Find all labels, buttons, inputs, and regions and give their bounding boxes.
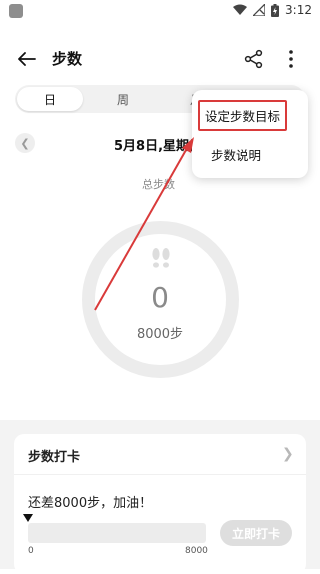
status-icons: 3:12: [233, 3, 312, 17]
current-steps: 0: [151, 281, 169, 314]
page-title: 步数: [52, 50, 83, 68]
previous-day-button[interactable]: ❮: [15, 133, 35, 153]
app-header: 步数: [0, 40, 320, 80]
progress-max-label: 8000: [185, 546, 208, 556]
menu-item-set-step-goal[interactable]: 设定步数目标: [198, 100, 288, 131]
footprints-icon: [152, 248, 170, 268]
chevron-left-icon: ❮: [20, 136, 30, 150]
divider: [14, 474, 306, 475]
status-time: 3:12: [285, 3, 312, 17]
step-goal: 8000步: [136, 327, 184, 342]
encouragement-text: 还差8000步，加油！: [28, 496, 153, 511]
progress-min-label: 0: [28, 546, 34, 556]
menu-item-step-info[interactable]: 步数说明: [211, 145, 261, 164]
progress-marker: [23, 514, 33, 522]
no-signal-icon: [253, 4, 266, 16]
wifi-icon: [233, 4, 248, 15]
back-arrow-icon: [18, 52, 36, 66]
chevron-right-icon[interactable]: ❯: [282, 446, 294, 462]
more-options-icon[interactable]: [286, 48, 296, 70]
progress-bar: [28, 523, 206, 543]
total-steps-label: 总步数: [142, 178, 175, 191]
tab-week[interactable]: 周: [90, 87, 156, 111]
checkin-card: 步数打卡 ❯ 还差8000步，加油！ 0 8000 立即打卡: [14, 434, 306, 574]
share-icon[interactable]: [244, 49, 264, 69]
tab-day[interactable]: 日: [17, 87, 83, 111]
back-button[interactable]: [16, 48, 38, 70]
date-label: 5月8日,星期日: [114, 139, 203, 154]
checkin-card-title: 步数打卡: [28, 450, 81, 465]
checkin-button[interactable]: 立即打卡: [220, 520, 292, 546]
options-menu: 设定步数目标 步数说明: [192, 90, 308, 178]
notification-icon: [9, 4, 23, 18]
status-bar: 3:12: [0, 0, 320, 24]
battery-icon: [271, 3, 280, 17]
